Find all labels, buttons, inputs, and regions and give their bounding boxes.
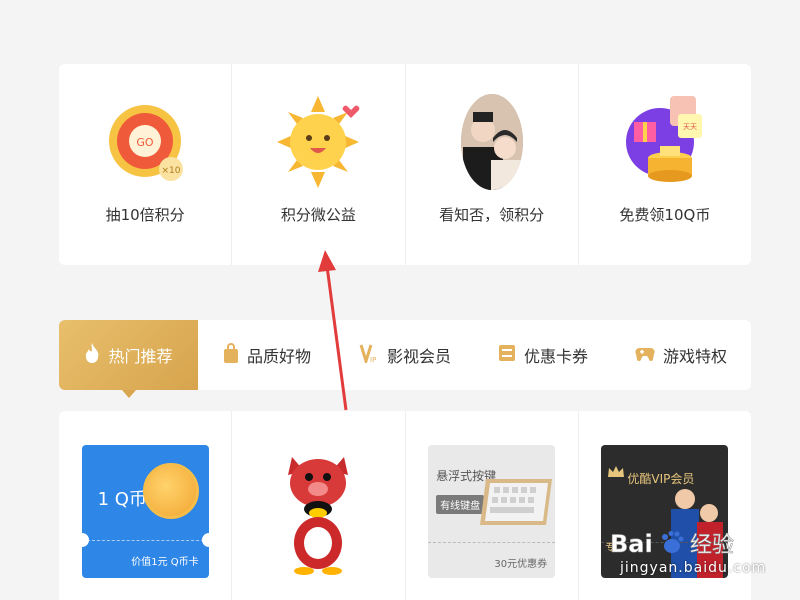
keyboard-icon (480, 479, 553, 525)
tab-label: 优惠卡券 (523, 347, 588, 366)
feature-free-qcoin[interactable]: 天天 免费领10Q币 (579, 64, 751, 265)
tab-coupons[interactable]: 优惠卡券 (474, 320, 612, 390)
qcoin-card-image: 1 Q币 价值1元 Q币卡 (81, 445, 209, 578)
category-tabs: 热门推荐 品质好物 IP 影视会员 优惠卡券 游戏特权 (59, 320, 751, 398)
qcoin-footer: 价值1元 Q币卡 (131, 557, 199, 568)
tab-video-vip[interactable]: IP 影视会员 (336, 320, 474, 390)
watermark-url: jingyan.baidu.com (620, 560, 767, 576)
feature-label: 抽10倍积分 (105, 206, 185, 224)
watermark-brand: Bai (610, 530, 653, 558)
lottery-wheel-icon: GO ×10 (100, 90, 190, 194)
sun-mascot-icon (273, 90, 363, 194)
keyboard-footer: 30元优惠券 (494, 559, 548, 570)
notch (201, 533, 209, 547)
svg-text:天天: 天天 (683, 123, 697, 131)
product-qcoin[interactable]: 1 Q币 价值1元 Q币卡 (59, 411, 233, 600)
tab-label: 影视会员 (386, 347, 451, 366)
feature-charity[interactable]: 积分微公益 (232, 64, 406, 265)
feature-label: 积分微公益 (280, 206, 356, 224)
vip-icon: IP (359, 343, 379, 367)
keyboard-tag: 有线键盘 (436, 495, 485, 514)
crown-icon (608, 466, 625, 477)
divider (428, 542, 556, 543)
svg-text:GO: GO (137, 136, 155, 149)
tab-quality-goods[interactable]: 品质好物 (198, 320, 336, 390)
drama-couple-icon (447, 90, 537, 194)
product-keyboard-coupon[interactable]: 悬浮式按键 有线键盘 30元优惠券 (406, 411, 579, 600)
penguin-pig-toy-image (255, 445, 382, 578)
tab-label: 品质好物 (246, 347, 311, 366)
svg-text:×10: ×10 (162, 166, 181, 176)
tab-hot[interactable]: 热门推荐 (59, 320, 198, 398)
feature-label: 看知否，领积分 (439, 206, 545, 224)
feature-label: 免费领10Q币 (619, 206, 711, 224)
qcoin-title: 1 Q币 (97, 489, 147, 510)
feature-drama[interactable]: 看知否，领积分 (406, 64, 579, 265)
svg-text:IP: IP (370, 356, 376, 363)
tab-label: 热门推荐 (108, 347, 173, 366)
feature-lottery[interactable]: GO ×10 抽10倍积分 (59, 64, 233, 265)
divider (81, 540, 209, 541)
qq-coin-icon (142, 463, 199, 519)
coupon-icon (498, 343, 516, 367)
tab-game-privileges[interactable]: 游戏特权 (612, 320, 750, 390)
tab-label: 游戏特权 (662, 347, 727, 366)
gamepad-icon (635, 343, 655, 367)
notch (81, 533, 89, 547)
gift-box-icon: 天天 (620, 90, 710, 194)
features-card: GO ×10 抽10倍积分 积分微公益 看知否，领积分 天天 免费领10Q币 (59, 64, 751, 265)
watermark-brand2: 经验 (690, 533, 734, 558)
shopping-bag-icon (223, 343, 239, 367)
flame-icon (84, 343, 100, 367)
keyboard-coupon-image: 悬浮式按键 有线键盘 30元优惠券 (428, 445, 556, 578)
product-toy[interactable] (232, 411, 406, 600)
